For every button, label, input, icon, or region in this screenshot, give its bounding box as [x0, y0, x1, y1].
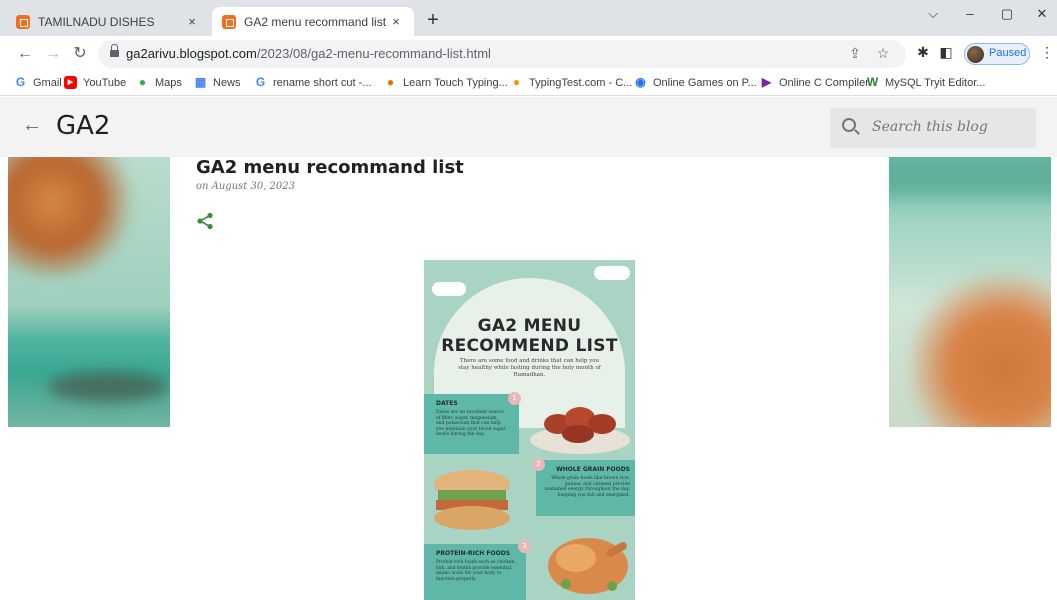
bookmark-star-icon[interactable]: ☆	[874, 45, 892, 62]
lock-icon[interactable]	[110, 44, 119, 58]
section-heading: WHOLE GRAIN FOODS	[556, 466, 630, 473]
games-icon: ◉	[635, 75, 646, 89]
tab-strip: TAMILNADU DISHES × GA2 menu recommand li…	[0, 0, 1057, 36]
share-icon[interactable]	[196, 212, 214, 230]
search-icon[interactable]	[842, 118, 856, 132]
browser-toolbar: ← → ↻ ga2arivu.blogspot.com/2023/08/ga2-…	[0, 36, 1057, 72]
infographic-title-line1: GA2 MENU	[477, 316, 582, 336]
extensions-puzzle-icon[interactable]: ✱	[914, 44, 932, 61]
close-icon[interactable]: ×	[184, 14, 200, 29]
infographic-subtitle: There are some food and drinks that can …	[458, 358, 601, 378]
restore-button[interactable]: ▢	[992, 6, 1022, 22]
tab-title: GA2 menu recommand list	[244, 14, 387, 29]
youtube-icon: ▶	[64, 76, 77, 89]
close-icon[interactable]: ×	[388, 14, 404, 29]
blogger-icon	[16, 14, 30, 29]
background-image-left	[8, 157, 170, 427]
typing-club-icon: ●	[386, 75, 395, 89]
background-image-right	[889, 157, 1051, 427]
bookmark-mysql-tryit[interactable]: W MySQL Tryit Editor...	[866, 75, 986, 89]
address-bar[interactable]: ga2arivu.blogspot.com/2023/08/ga2-menu-r…	[98, 40, 906, 68]
tab-ga2-menu[interactable]: GA2 menu recommand list ×	[212, 7, 414, 36]
blogger-icon	[222, 14, 236, 29]
close-window-button[interactable]: ✕	[1027, 6, 1057, 22]
post-title: GA2 menu recommand list	[196, 157, 464, 178]
tab-tamilnadu-dishes[interactable]: TAMILNADU DISHES ×	[6, 7, 210, 36]
bookmark-online-c-compiler[interactable]: ▶ Online C Compiler	[760, 76, 869, 89]
google-icon: G	[15, 75, 26, 89]
bookmark-news[interactable]: ▦ News	[194, 76, 241, 89]
infographic-image[interactable]: GA2 MENU RECOMMEND LIST There are some f…	[424, 260, 635, 600]
share-page-icon[interactable]: ⇪	[846, 45, 864, 62]
post-date: on August 30, 2023	[196, 181, 296, 192]
menu-kebab-icon[interactable]: ⋮	[1040, 44, 1054, 61]
avatar	[967, 46, 984, 63]
profile-status: Paused	[989, 47, 1027, 59]
section-text: Protein-rich foods such as chicken, fish…	[436, 560, 516, 582]
new-tab-button[interactable]: +	[420, 8, 446, 34]
bookmark-typingtest[interactable]: ● TypingTest.com - C...	[510, 76, 632, 89]
reload-button[interactable]: ↻	[69, 43, 91, 65]
back-button[interactable]: ←	[14, 43, 36, 65]
compiler-icon: ▶	[761, 75, 772, 89]
google-icon: G	[255, 75, 266, 89]
roast-chicken-illustration	[548, 538, 628, 594]
blog-header: ← GA2 Search this blog	[0, 97, 1057, 157]
back-arrow-icon[interactable]: ←	[22, 114, 42, 137]
bookmark-learn-typing[interactable]: ● Learn Touch Typing...	[384, 76, 508, 89]
bookmark-rename-shortcut[interactable]: G rename short cut -...	[254, 75, 372, 89]
tab-search-chevron-icon[interactable]: ⌵	[918, 6, 948, 22]
bookmark-online-games[interactable]: ◉ Online Games on P...	[634, 76, 757, 89]
profile-button[interactable]: Paused	[964, 43, 1030, 65]
section-number: 3	[518, 540, 531, 553]
typingtest-icon: ●	[512, 75, 521, 89]
infographic-title-line2: RECOMMEND LIST	[441, 336, 618, 356]
tab-title: TAMILNADU DISHES	[38, 14, 155, 29]
dates-plate-illustration	[530, 407, 630, 454]
section-text: Dates are an excellent source of fiber, …	[436, 410, 506, 437]
bookmarks-bar: G Gmail ▶ YouTube ● Maps ▦ News G rename…	[0, 72, 1057, 96]
side-panel-icon[interactable]: ◧	[937, 44, 955, 61]
sandwich-illustration	[434, 470, 510, 530]
bookmark-gmail[interactable]: G Gmail	[14, 76, 62, 89]
section-heading: PROTEIN-RICH FOODS	[436, 550, 511, 557]
section-heading: DATES	[436, 400, 458, 407]
bookmark-youtube[interactable]: ▶ YouTube	[64, 76, 126, 89]
blog-title[interactable]: GA2	[56, 111, 110, 141]
search-input[interactable]: Search this blog	[872, 119, 988, 135]
url-text[interactable]: ga2arivu.blogspot.com/2023/08/ga2-menu-r…	[126, 46, 491, 61]
minimize-button[interactable]: –	[955, 6, 985, 21]
news-icon: ▦	[194, 75, 207, 89]
section-number: 1	[508, 392, 521, 405]
maps-pin-icon: ●	[138, 75, 147, 89]
bookmark-maps[interactable]: ● Maps	[136, 76, 182, 89]
search-box[interactable]: Search this blog	[830, 108, 1036, 148]
w3schools-icon: W	[866, 75, 879, 89]
forward-button[interactable]: →	[42, 43, 64, 65]
section-text: Whole grain foods like brown rice, quino…	[544, 476, 630, 498]
